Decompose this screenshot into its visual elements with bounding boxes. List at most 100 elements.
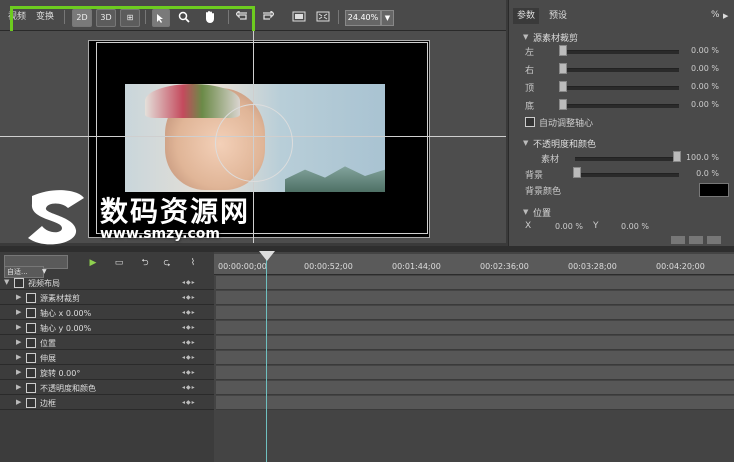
crop-right-slider[interactable] (561, 68, 679, 72)
keyframe-lane[interactable] (216, 291, 734, 305)
keyframe-nav-icon[interactable]: ◂◆▸ (182, 279, 196, 286)
expand-triangle-icon[interactable]: ▶ (16, 308, 21, 316)
step-back-icon[interactable]: ⮌ (138, 257, 152, 269)
keyframe-lane[interactable] (216, 381, 734, 395)
crop-top-value[interactable]: 0.00 % (673, 82, 719, 91)
keyframe-nav-icon[interactable]: ◂◆▸ (182, 369, 196, 376)
keyframe-lane[interactable] (216, 366, 734, 380)
keyframe-nav-icon[interactable]: ◂◆▸ (182, 399, 196, 406)
expand-triangle-icon[interactable]: ▶ (16, 353, 21, 361)
chevron-right-icon[interactable]: ▶ (723, 12, 728, 20)
auto-center-label: 自动调整轴心 (539, 119, 594, 129)
keyframe-nav-icon[interactable]: ◂◆▸ (182, 324, 196, 331)
track-row-opacity[interactable]: ▶ 不透明度和颜色 ◂◆▸ (0, 381, 214, 395)
ruler-tick: 00:03:28;00 (568, 262, 617, 271)
ruler-tick: 00:00:00;00 (218, 262, 267, 271)
expand-triangle-icon[interactable]: ▶ (16, 368, 21, 376)
redo-icon[interactable] (262, 9, 275, 24)
position-x-value[interactable]: 0.00 % (555, 222, 583, 231)
track-checkbox[interactable] (26, 398, 36, 408)
track-checkbox[interactable] (26, 383, 36, 393)
percent-toggle[interactable]: % (711, 10, 720, 20)
bgcolor-swatch[interactable] (699, 183, 729, 197)
position-x-label: X (525, 221, 532, 231)
track-row-position[interactable]: ▶ 位置 ◂◆▸ (0, 336, 214, 350)
opacity-bg-slider-knob[interactable] (573, 167, 581, 178)
position-y-value[interactable]: 0.00 % (621, 222, 649, 231)
chevron-down-icon[interactable]: ▼ (42, 268, 47, 275)
expand-triangle-icon[interactable]: ▶ (16, 398, 21, 406)
playhead-line[interactable] (266, 252, 267, 462)
crop-bottom-slider-knob[interactable] (559, 99, 567, 110)
tab-presets[interactable]: 预设 (545, 8, 571, 24)
keyframe-nav-icon[interactable]: ◂◆▸ (182, 354, 196, 361)
keyframe-nav-icon[interactable]: ◂◆▸ (182, 384, 196, 391)
track-row-rotation[interactable]: ▶ 旋转 0.00° ◂◆▸ (0, 366, 214, 380)
keyframe-nav-icon[interactable]: ◂◆▸ (182, 339, 196, 346)
collapse-triangle-icon[interactable]: ▼ (523, 33, 528, 41)
collapse-triangle-icon[interactable]: ▼ (4, 278, 9, 286)
graph-icon[interactable]: ⌇ (186, 257, 200, 269)
playhead-handle[interactable] (259, 251, 275, 261)
track-row-crop[interactable]: ▶ 源素材裁剪 ◂◆▸ (0, 291, 214, 305)
opacity-bg-value[interactable]: 0.0 % (673, 169, 719, 178)
crop-bottom-slider[interactable] (561, 104, 679, 108)
opacity-bg-slider[interactable] (575, 173, 679, 177)
track-checkbox[interactable] (26, 368, 36, 378)
keyframe-next-icon[interactable] (707, 236, 721, 244)
opacity-clip-value[interactable]: 100.0 % (673, 153, 719, 162)
crop-right-slider-knob[interactable] (559, 63, 567, 74)
crop-top-slider-knob[interactable] (559, 81, 567, 92)
track-row-stretch[interactable]: ▶ 伸展 ◂◆▸ (0, 351, 214, 365)
crop-right-value[interactable]: 0.00 % (673, 64, 719, 73)
collapse-triangle-icon[interactable]: ▼ (523, 139, 528, 147)
track-row-pivot-y[interactable]: ▶ 轴心 y 0.00% ◂◆▸ (0, 321, 214, 335)
expand-triangle-icon[interactable]: ▶ (16, 293, 21, 301)
keyframe-nav-icon[interactable]: ◂◆▸ (182, 309, 196, 316)
keyframe-lane[interactable] (216, 396, 734, 410)
keyframe-lane[interactable] (216, 306, 734, 320)
track-label: 源素材裁剪 (40, 294, 80, 303)
keyframe-lane[interactable] (216, 336, 734, 350)
collapse-triangle-icon[interactable]: ▼ (523, 208, 528, 216)
auto-center-checkbox[interactable] (525, 117, 535, 127)
watermark-url: www.smzy.com (100, 226, 220, 242)
keyframe-lane[interactable] (216, 276, 734, 290)
track-checkbox[interactable] (26, 293, 36, 303)
keyframe-add-icon[interactable] (689, 236, 703, 244)
zoom-level-select[interactable]: 24.40% (345, 10, 381, 26)
fullscreen-icon[interactable] (316, 11, 330, 25)
crop-bottom-value[interactable]: 0.00 % (673, 100, 719, 109)
chevron-down-icon[interactable]: ▼ (381, 10, 394, 26)
track-row-pivot-x[interactable]: ▶ 轴心 x 0.00% ◂◆▸ (0, 306, 214, 320)
track-checkbox[interactable] (26, 308, 36, 318)
track-checkbox[interactable] (14, 278, 24, 288)
track-row-layout[interactable]: ▼ 视频布局 ◂◆▸ (0, 276, 214, 290)
step-forward-icon[interactable]: ⮎ (160, 257, 174, 269)
crop-left-slider[interactable] (561, 50, 679, 54)
expand-triangle-icon[interactable]: ▶ (16, 383, 21, 391)
track-row-border[interactable]: ▶ 边框 ◂◆▸ (0, 396, 214, 410)
crop-left-slider-knob[interactable] (559, 45, 567, 56)
comment-icon[interactable]: ▭ (112, 257, 126, 269)
track-checkbox[interactable] (26, 353, 36, 363)
ruler-tick: 00:04:20;00 (656, 262, 705, 271)
expand-triangle-icon[interactable]: ▶ (16, 338, 21, 346)
keyframe-lane[interactable] (216, 351, 734, 365)
keyframe-prev-icon[interactable] (671, 236, 685, 244)
expand-triangle-icon[interactable]: ▶ (16, 323, 21, 331)
play-icon[interactable]: ▶ (86, 257, 100, 269)
crop-left-label: 左 (525, 48, 535, 58)
track-checkbox[interactable] (26, 338, 36, 348)
opacity-clip-slider[interactable] (575, 157, 679, 161)
tab-parameters[interactable]: 参数 (513, 8, 540, 24)
keyframe-nav-icon[interactable]: ◂◆▸ (182, 294, 196, 301)
track-label: 位置 (40, 339, 56, 348)
crop-top-slider[interactable] (561, 86, 679, 90)
parameters-panel: 参数 预设 % ▶ ▼ 源素材裁剪 左 0.00 % 右 0.00 % 顶 0.… (508, 0, 734, 246)
keyframe-lane[interactable] (216, 321, 734, 335)
rotation-handle[interactable] (215, 104, 293, 182)
track-checkbox[interactable] (26, 323, 36, 333)
fit-frame-icon[interactable] (292, 11, 306, 25)
crop-left-value[interactable]: 0.00 % (673, 46, 719, 55)
